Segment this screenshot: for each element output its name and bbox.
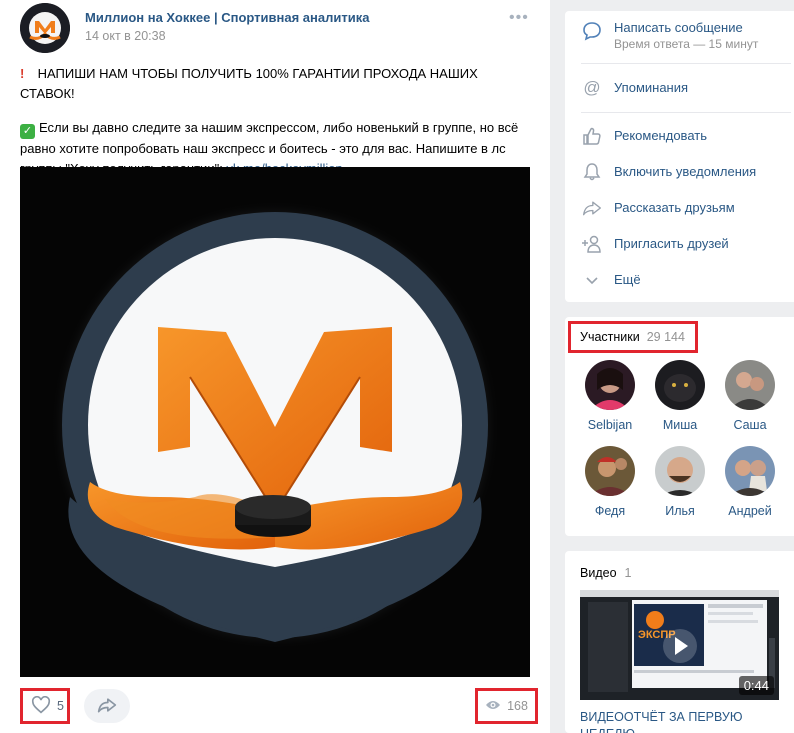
members-count: 29 144	[646, 330, 685, 344]
video-caption-link[interactable]: ВИДЕООТЧЁТ ЗА ПЕРВУЮ НЕДЕЛЮ	[580, 709, 780, 733]
video-thumbnail[interactable]: ЭКСПР 0:44	[580, 590, 779, 700]
group-actions-panel: Написать сообщение Время ответа — 15 мин…	[565, 11, 794, 302]
members-block: Участники 29 144 Selbijan Миша Саша Федя…	[565, 317, 794, 536]
tell-friends-action[interactable]: Рассказать друзьям	[581, 197, 735, 219]
heart-icon	[31, 695, 51, 717]
action-label: Пригласить друзей	[614, 236, 729, 251]
divider	[581, 63, 791, 64]
member-name: Федя	[594, 504, 626, 518]
member-item[interactable]: Selbijan	[577, 360, 643, 432]
recommend-action[interactable]: Рекомендовать	[581, 125, 707, 147]
post-footer: 5 168	[0, 684, 550, 733]
more-action[interactable]: Ещё	[581, 269, 641, 291]
member-avatar	[585, 360, 635, 410]
video-header[interactable]: Видео 1	[580, 566, 631, 580]
invite-friends-action[interactable]: Пригласить друзей	[581, 233, 729, 255]
divider	[581, 112, 791, 113]
member-avatar	[655, 360, 705, 410]
member-item[interactable]: Илья	[647, 446, 713, 518]
post-image[interactable]	[20, 167, 530, 677]
thumbs-up-icon	[581, 125, 603, 147]
action-label: Ещё	[614, 272, 641, 287]
action-label: Рекомендовать	[614, 128, 707, 143]
member-name: Андрей	[728, 504, 772, 518]
write-message-action[interactable]: Написать сообщение Время ответа — 15 мин…	[581, 20, 758, 52]
message-icon	[581, 20, 603, 42]
share-icon	[581, 197, 603, 219]
action-label: Включить уведомления	[614, 164, 757, 179]
members-header[interactable]: Участники 29 144	[568, 321, 698, 353]
action-label: Упоминания	[614, 80, 689, 95]
member-item[interactable]: Андрей	[717, 446, 783, 518]
share-button[interactable]	[84, 689, 130, 723]
group-avatar[interactable]	[20, 3, 70, 53]
video-duration: 0:44	[738, 676, 774, 695]
eye-icon	[485, 699, 501, 714]
member-name: Саша	[733, 418, 767, 432]
views-counter: 168	[475, 688, 538, 724]
check-mark-icon: ✓	[20, 124, 35, 139]
views-count: 168	[507, 699, 528, 713]
like-count: 5	[57, 699, 64, 713]
at-icon: @	[583, 78, 601, 97]
member-item[interactable]: Саша	[717, 360, 783, 432]
member-name: Миша	[662, 418, 698, 432]
member-item[interactable]: Федя	[577, 446, 643, 518]
member-avatar	[725, 446, 775, 496]
members-title: Участники	[580, 330, 640, 344]
video-block: Видео 1 ЭКСПР 0:44 ВИДЕООТЧЁТ ЗА ПЕРВУЮ …	[565, 551, 794, 733]
response-time: Время ответа — 15 минут	[614, 37, 759, 51]
wall-post: Миллион на Хоккее | Спортивная аналитика…	[0, 0, 550, 733]
share-arrow-icon	[97, 696, 117, 717]
video-count: 1	[624, 566, 632, 580]
member-avatar	[655, 446, 705, 496]
add-user-icon	[581, 233, 603, 255]
member-avatar	[585, 446, 635, 496]
action-label: Написать сообщение	[614, 20, 743, 35]
exclamation-icon: !	[20, 66, 25, 81]
like-button[interactable]: 5	[20, 688, 70, 724]
more-options-icon[interactable]: •••	[509, 9, 529, 27]
post-date[interactable]: 14 окт в 20:38	[85, 29, 166, 43]
member-name: Selbijan	[587, 418, 633, 432]
notifications-action[interactable]: Включить уведомления	[581, 161, 756, 183]
post-headline: НАПИШИ НАМ ЧТОБЫ ПОЛУЧИТЬ 100% ГАРАНТИИ …	[20, 66, 478, 101]
member-avatar	[725, 360, 775, 410]
member-name: Илья	[665, 504, 695, 518]
post-author-link[interactable]: Миллион на Хоккее | Спортивная аналитика	[85, 10, 369, 25]
bell-icon	[581, 161, 603, 183]
mentions-action[interactable]: @ Упоминания	[581, 77, 688, 99]
chevron-down-icon	[581, 269, 603, 291]
action-label: Рассказать друзьям	[614, 200, 735, 215]
member-item[interactable]: Миша	[647, 360, 713, 432]
video-title-label: Видео	[580, 566, 617, 580]
